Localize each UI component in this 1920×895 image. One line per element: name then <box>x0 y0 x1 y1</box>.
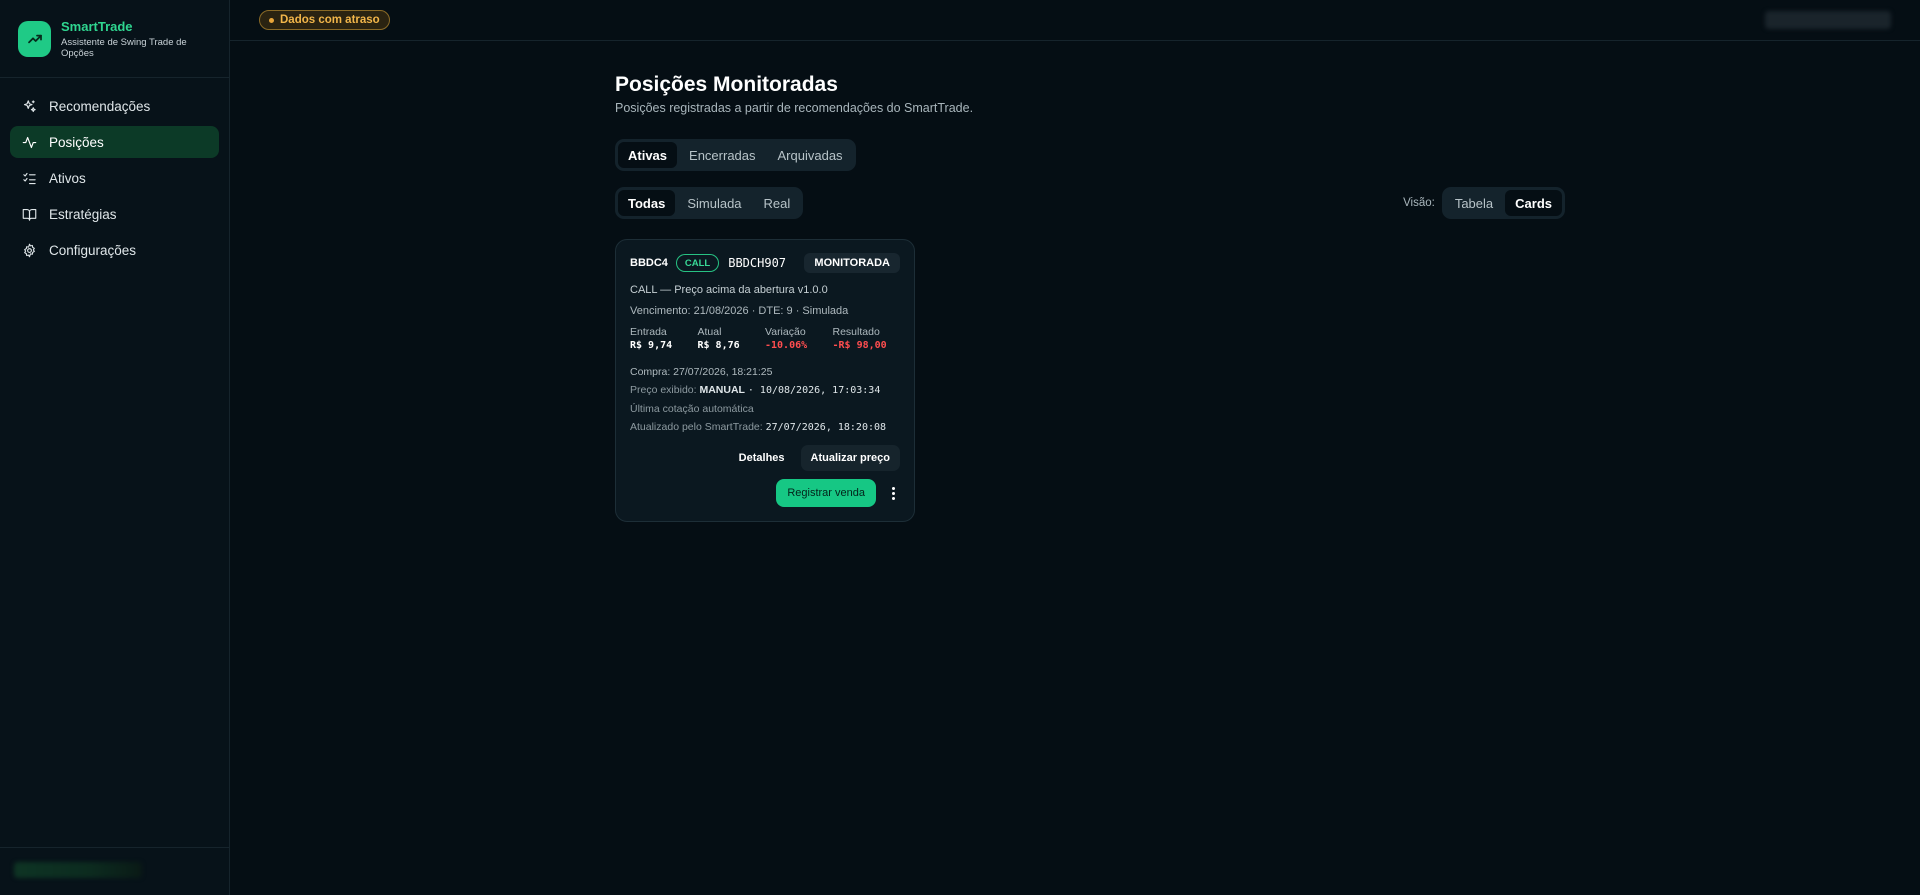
list-checks-icon <box>23 172 36 184</box>
view-toggle: Tabela Cards <box>1441 187 1565 219</box>
metric-atual: Atual R$ 8,76 <box>697 326 740 351</box>
sidebar-item-recomendacoes[interactable]: Recomendações <box>10 90 219 122</box>
gear-icon <box>24 243 35 257</box>
sparkles-icon <box>23 99 36 112</box>
status-tabs: Ativas Encerradas Arquivadas <box>615 139 856 171</box>
brand-subtitle: Assistente de Swing Trade de Opções <box>61 36 187 59</box>
user-menu-redacted[interactable] <box>1765 11 1891 29</box>
view-toggle-wrap: Visão: Tabela Cards <box>1403 187 1565 219</box>
sidebar: SmartTrade Assistente de Swing Trade de … <box>0 0 230 895</box>
sidebar-item-label: Estratégias <box>49 206 117 222</box>
type-filter: Todas Simulada Real <box>615 187 804 219</box>
filter-row: Todas Simulada Real Visão: Tabela Cards <box>615 187 1565 219</box>
page-title: Posições Monitoradas <box>615 73 838 96</box>
sidebar-item-posicoes[interactable]: Posições <box>10 126 219 158</box>
metrics-row: Entrada R$ 9,74 Atual R$ 8,76 Variação -… <box>630 326 900 351</box>
price-shown: Preço exibido: MANUAL · 10/08/2026, 17:0… <box>630 384 881 396</box>
position-card: BBDC4 CALL BBDCH907 MONITORADA CALL — Pr… <box>615 239 915 522</box>
position-ticker: BBDC4 <box>630 257 668 269</box>
user-info-redacted <box>14 862 142 878</box>
sidebar-footer <box>0 847 229 895</box>
option-code: BBDCH907 <box>728 256 787 270</box>
sidebar-item-configuracoes[interactable]: Configurações <box>10 234 219 266</box>
card-actions: Detalhes Atualizar preço <box>630 445 900 471</box>
sidebar-nav: Recomendações Posições Ativos Estratégia… <box>0 78 229 278</box>
filter-todas[interactable]: Todas <box>618 190 676 216</box>
status-badge: MONITORADA <box>804 253 900 273</box>
page-subtitle: Posições registradas a partir de recomen… <box>615 101 974 115</box>
update-price-button[interactable]: Atualizar preço <box>800 445 900 471</box>
card-actions-secondary: Registrar venda <box>630 479 900 507</box>
more-options-icon[interactable] <box>886 486 900 500</box>
sidebar-item-label: Configurações <box>49 242 137 258</box>
book-open-icon <box>22 208 37 221</box>
sidebar-item-label: Posições <box>49 134 104 150</box>
sidebar-item-estrategias[interactable]: Estratégias <box>10 198 219 230</box>
option-type-badge: CALL <box>675 254 720 272</box>
brand-name: SmartTrade <box>61 18 133 34</box>
tab-ativas[interactable]: Ativas <box>618 142 678 168</box>
filter-real[interactable]: Real <box>754 190 801 216</box>
data-delay-badge: Dados com atraso <box>259 10 390 30</box>
positions-content: Posições Monitoradas Posições registrada… <box>615 73 1565 522</box>
topbar: Dados com atraso <box>230 0 1920 41</box>
filter-simulada[interactable]: Simulada <box>677 190 751 216</box>
sidebar-item-label: Recomendações <box>49 98 151 114</box>
metric-resultado: Resultado -R$ 98,00 <box>832 326 887 351</box>
trending-up-icon <box>18 20 51 57</box>
sidebar-item-ativos[interactable]: Ativos <box>10 162 219 194</box>
app-root: SmartTrade Assistente de Swing Trade de … <box>0 0 1920 895</box>
main-area: Dados com atraso Posições Monitoradas Po… <box>230 0 1920 895</box>
view-cards[interactable]: Cards <box>1505 190 1562 216</box>
metric-variacao: Variação -10.06% <box>765 326 808 351</box>
metric-entrada: Entrada R$ 9,74 <box>630 326 673 351</box>
sidebar-item-label: Ativos <box>49 170 86 186</box>
activity-icon <box>22 136 37 148</box>
strategy-label: CALL — Preço acima da abertura v1.0.0 <box>630 284 828 296</box>
view-label: Visão: <box>1403 197 1435 209</box>
brand: SmartTrade Assistente de Swing Trade de … <box>0 0 229 78</box>
expiry-info: Vencimento: 21/08/2026 · DTE: 9 · Simula… <box>630 305 849 317</box>
data-delay-label: Dados com atraso <box>280 14 380 26</box>
details-button[interactable]: Detalhes <box>729 445 795 471</box>
view-tabela[interactable]: Tabela <box>1445 190 1503 216</box>
register-sale-button[interactable]: Registrar venda <box>776 479 876 507</box>
tab-encerradas[interactable]: Encerradas <box>679 142 765 168</box>
purchase-date: Compra: 27/07/2026, 18:21:25 <box>630 366 773 378</box>
card-header: BBDC4 CALL BBDCH907 MONITORADA <box>630 253 900 273</box>
updated-by: Atualizado pelo SmartTrade: 27/07/2026, … <box>630 421 887 433</box>
last-quote-label: Última cotação automática <box>630 403 754 415</box>
position-info: Compra: 27/07/2026, 18:21:25 Preço exibi… <box>630 363 900 437</box>
warning-dot-icon <box>269 17 274 23</box>
tab-arquivadas[interactable]: Arquivadas <box>768 142 853 168</box>
